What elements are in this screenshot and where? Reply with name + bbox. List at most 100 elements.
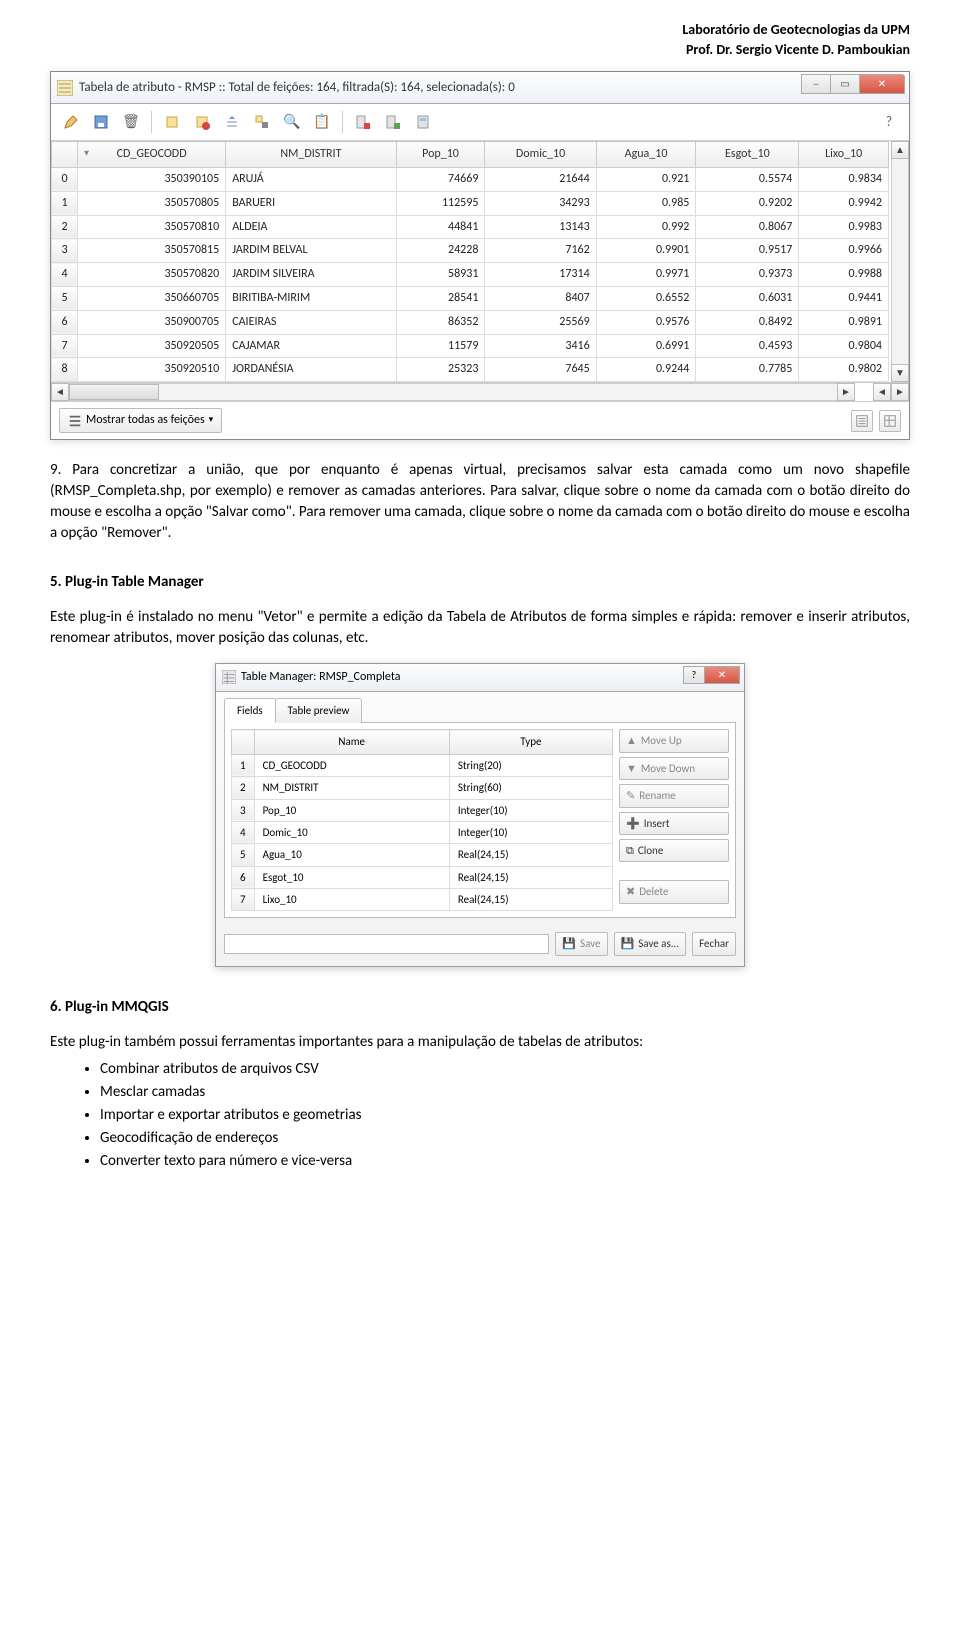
- cell[interactable]: 0.9804: [799, 334, 889, 358]
- cell[interactable]: 7645: [485, 358, 596, 382]
- cell[interactable]: 0.8492: [696, 310, 799, 334]
- cell[interactable]: 0.9942: [799, 191, 889, 215]
- tm-table-row[interactable]: 7Lixo_10Real(24,15): [232, 889, 613, 911]
- col-agua-10[interactable]: Agua_10: [596, 142, 696, 168]
- cell[interactable]: 0.9891: [799, 310, 889, 334]
- row-index[interactable]: 1: [52, 191, 78, 215]
- delete-button[interactable]: ✖Delete: [619, 880, 729, 903]
- tm-table-row[interactable]: 6Esgot_10Real(24,15): [232, 866, 613, 888]
- tab-table-preview[interactable]: Table preview: [275, 698, 363, 723]
- cell[interactable]: 34293: [485, 191, 596, 215]
- cell[interactable]: ARUJÁ: [226, 167, 396, 191]
- delete-tool-icon[interactable]: 🗑: [119, 110, 143, 134]
- tm-row-index[interactable]: 2: [232, 777, 255, 799]
- cell[interactable]: 0.9983: [799, 215, 889, 239]
- show-all-features-button[interactable]: Mostrar todas as feições ▾: [59, 408, 222, 433]
- cell[interactable]: 25323: [396, 358, 485, 382]
- table-row[interactable]: 3350570815JARDIM BELVAL2422871620.99010.…: [52, 239, 889, 263]
- tm-row-index[interactable]: 1: [232, 754, 255, 776]
- col-nm-distrit[interactable]: NM_DISTRIT: [226, 142, 396, 168]
- close-button[interactable]: ✕: [859, 74, 905, 94]
- cell[interactable]: 0.4593: [696, 334, 799, 358]
- column-delete-icon[interactable]: [351, 110, 375, 134]
- row-index[interactable]: 4: [52, 263, 78, 287]
- cell[interactable]: 350920505: [78, 334, 226, 358]
- tm-type-cell[interactable]: Real(24,15): [449, 866, 612, 888]
- deselect-tool-icon[interactable]: [190, 110, 214, 134]
- cell[interactable]: 350390105: [78, 167, 226, 191]
- edit-tool-icon[interactable]: [59, 110, 83, 134]
- cell[interactable]: JARDIM SILVEIRA: [226, 263, 396, 287]
- cell[interactable]: 8407: [485, 286, 596, 310]
- cell[interactable]: 0.992: [596, 215, 696, 239]
- tm-type-cell[interactable]: String(20): [449, 754, 612, 776]
- column-add-icon[interactable]: [381, 110, 405, 134]
- cell[interactable]: JARDIM BELVAL: [226, 239, 396, 263]
- row-index[interactable]: 6: [52, 310, 78, 334]
- tm-close-button[interactable]: ✕: [704, 666, 740, 684]
- tm-name-cell[interactable]: Lixo_10: [254, 889, 449, 911]
- maximize-button[interactable]: ▭: [830, 74, 860, 94]
- cell[interactable]: 350920510: [78, 358, 226, 382]
- move-top-tool-icon[interactable]: [220, 110, 244, 134]
- select-tool-icon[interactable]: [160, 110, 184, 134]
- table-row[interactable]: 7350920505CAJAMAR1157934160.69910.45930.…: [52, 334, 889, 358]
- tm-name-cell[interactable]: Agua_10: [254, 844, 449, 866]
- cell[interactable]: 24228: [396, 239, 485, 263]
- tm-row-index[interactable]: 6: [232, 866, 255, 888]
- cell[interactable]: 0.9441: [799, 286, 889, 310]
- vertical-scrollbar[interactable]: ▲ ▼: [891, 141, 909, 382]
- tm-type-cell[interactable]: Real(24,15): [449, 889, 612, 911]
- cell[interactable]: 350570815: [78, 239, 226, 263]
- table-row[interactable]: 6350900705CAIEIRAS86352255690.95760.8492…: [52, 310, 889, 334]
- tm-filter-input[interactable]: [224, 934, 549, 954]
- table-row[interactable]: 1350570805BARUERI112595342930.9850.92020…: [52, 191, 889, 215]
- tm-table-row[interactable]: 2NM_DISTRITString(60): [232, 777, 613, 799]
- col-lixo-10[interactable]: Lixo_10: [799, 142, 889, 168]
- cell[interactable]: 0.6991: [596, 334, 696, 358]
- col-domic-10[interactable]: Domic_10: [485, 142, 596, 168]
- close-tm-button[interactable]: Fechar: [692, 932, 736, 955]
- save-as-button[interactable]: 💾Save as...: [614, 932, 687, 955]
- tm-name-cell[interactable]: Pop_10: [254, 799, 449, 821]
- tm-table-row[interactable]: 3Pop_10Integer(10): [232, 799, 613, 821]
- scroll-down-icon[interactable]: ▼: [891, 364, 909, 382]
- row-index[interactable]: 3: [52, 239, 78, 263]
- tm-type-cell[interactable]: Integer(10): [449, 821, 612, 843]
- table-row[interactable]: 8350920510JORDANÉSIA2532376450.92440.778…: [52, 358, 889, 382]
- cell[interactable]: 13143: [485, 215, 596, 239]
- cell[interactable]: 0.9966: [799, 239, 889, 263]
- cell[interactable]: 0.9834: [799, 167, 889, 191]
- tm-table-row[interactable]: 4Domic_10Integer(10): [232, 821, 613, 843]
- tm-row-index[interactable]: 4: [232, 821, 255, 843]
- cell[interactable]: 0.9988: [799, 263, 889, 287]
- cell[interactable]: 0.9202: [696, 191, 799, 215]
- cell[interactable]: 0.7785: [696, 358, 799, 382]
- cell[interactable]: 58931: [396, 263, 485, 287]
- scroll-left-icon[interactable]: ◄: [51, 383, 69, 401]
- table-view-button[interactable]: [879, 410, 901, 432]
- tm-type-cell[interactable]: String(60): [449, 777, 612, 799]
- clone-button[interactable]: ⧉Clone: [619, 839, 729, 862]
- cell[interactable]: 350570810: [78, 215, 226, 239]
- move-up-button[interactable]: ▲Move Up: [619, 729, 729, 752]
- cell[interactable]: 74669: [396, 167, 485, 191]
- table-row[interactable]: 2350570810ALDEIA44841131430.9920.80670.9…: [52, 215, 889, 239]
- tm-table-row[interactable]: 1CD_GEOCODDString(20): [232, 754, 613, 776]
- cell[interactable]: CAJAMAR: [226, 334, 396, 358]
- cell[interactable]: 0.9373: [696, 263, 799, 287]
- row-index[interactable]: 8: [52, 358, 78, 382]
- invert-tool-icon[interactable]: [250, 110, 274, 134]
- cell[interactable]: 350660705: [78, 286, 226, 310]
- minimize-button[interactable]: ─: [801, 74, 831, 94]
- col-pop-10[interactable]: Pop_10: [396, 142, 485, 168]
- cell[interactable]: 21644: [485, 167, 596, 191]
- row-index[interactable]: 0: [52, 167, 78, 191]
- tm-name-cell[interactable]: NM_DISTRIT: [254, 777, 449, 799]
- cell[interactable]: 0.9244: [596, 358, 696, 382]
- cell[interactable]: 3416: [485, 334, 596, 358]
- cell[interactable]: 0.9576: [596, 310, 696, 334]
- save-button[interactable]: 💾Save: [555, 932, 607, 955]
- scroll-right-2-icon[interactable]: ►: [891, 383, 909, 401]
- save-tool-icon[interactable]: [89, 110, 113, 134]
